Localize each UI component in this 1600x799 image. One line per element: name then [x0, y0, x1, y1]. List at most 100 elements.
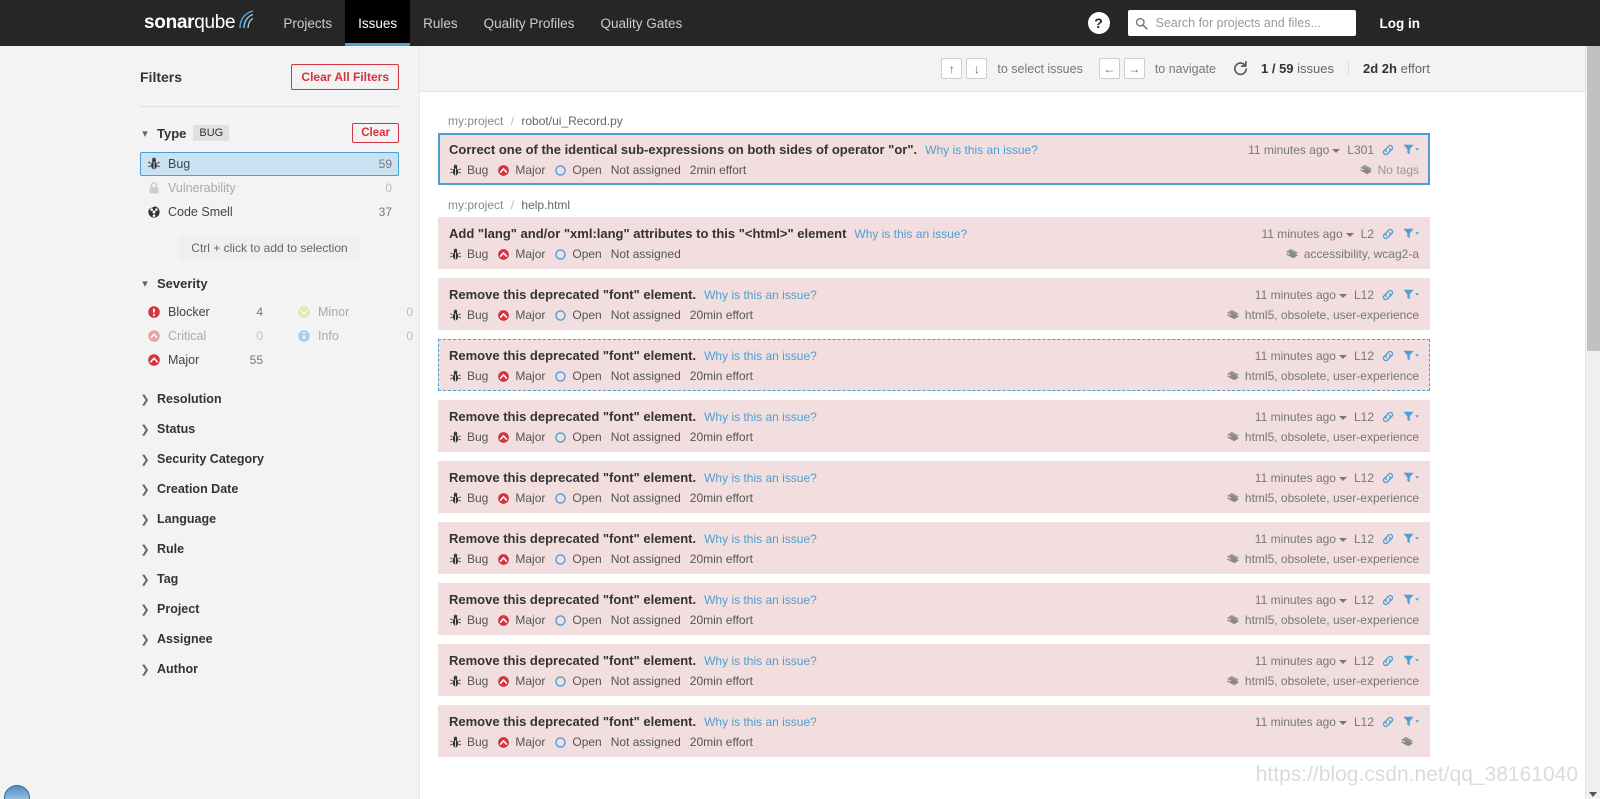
filter-similar-issues-icon[interactable]	[1402, 532, 1419, 546]
reload-icon[interactable]	[1232, 60, 1249, 77]
issue-age[interactable]: 11 minutes ago	[1255, 654, 1347, 668]
issue-tags[interactable]: html5, obsolete, user-experience	[1226, 430, 1419, 444]
permalink-icon[interactable]	[1381, 288, 1395, 302]
issue-assignee[interactable]: Not assigned	[611, 308, 681, 322]
issue-severity[interactable]: Major	[497, 735, 545, 749]
issue-assignee[interactable]: Not assigned	[611, 163, 681, 177]
sonarqube-logo[interactable]: sonarqube	[140, 0, 270, 46]
issue-line[interactable]: L12	[1354, 654, 1374, 668]
permalink-icon[interactable]	[1381, 654, 1395, 668]
issue-line[interactable]: L2	[1361, 227, 1374, 241]
scrollbar-thumb[interactable]	[1587, 46, 1600, 351]
global-search-box[interactable]	[1127, 10, 1356, 36]
component-file[interactable]: help.html	[521, 198, 570, 212]
facet-project[interactable]: ❯ Project	[140, 594, 399, 624]
permalink-icon[interactable]	[1381, 410, 1395, 424]
facet-tag[interactable]: ❯ Tag	[140, 564, 399, 594]
nav-link-projects[interactable]: Projects	[270, 0, 345, 46]
issue-line[interactable]: L12	[1354, 715, 1374, 729]
issue-severity[interactable]: Major	[497, 552, 545, 566]
why-is-this-an-issue-link[interactable]: Why is this an issue?	[704, 593, 817, 607]
issue-line[interactable]: L12	[1354, 410, 1374, 424]
issue-message[interactable]: Remove this deprecated "font" element.	[449, 531, 696, 546]
nav-link-quality-profiles[interactable]: Quality Profiles	[471, 0, 588, 46]
facet-status[interactable]: ❯ Status	[140, 414, 399, 444]
nav-link-quality-gates[interactable]: Quality Gates	[587, 0, 695, 46]
issue-message[interactable]: Remove this deprecated "font" element.	[449, 409, 696, 424]
issue-tags[interactable]: html5, obsolete, user-experience	[1226, 369, 1419, 383]
issue-age[interactable]: 11 minutes ago	[1255, 349, 1347, 363]
facet-type-header[interactable]: ▾ Type BUG Clear	[140, 123, 399, 143]
filter-similar-issues-icon[interactable]	[1402, 143, 1419, 157]
component-file[interactable]: robot/ui_Record.py	[521, 114, 622, 128]
issue-age[interactable]: 11 minutes ago	[1255, 532, 1347, 546]
issue-tags[interactable]: html5, obsolete, user-experience	[1226, 613, 1419, 627]
why-is-this-an-issue-link[interactable]: Why is this an issue?	[704, 349, 817, 363]
permalink-icon[interactable]	[1381, 715, 1395, 729]
filter-similar-issues-icon[interactable]	[1402, 593, 1419, 607]
issue-assignee[interactable]: Not assigned	[611, 674, 681, 688]
issue-message[interactable]: Remove this deprecated "font" element.	[449, 714, 696, 729]
issue-tags[interactable]: html5, obsolete, user-experience	[1226, 552, 1419, 566]
permalink-icon[interactable]	[1381, 227, 1395, 241]
permalink-icon[interactable]	[1381, 471, 1395, 485]
issue-message[interactable]: Correct one of the identical sub-express…	[449, 142, 917, 157]
issue-status[interactable]: Open	[554, 674, 602, 688]
facet-rule[interactable]: ❯ Rule	[140, 534, 399, 564]
issue-severity[interactable]: Major	[497, 247, 545, 261]
issue-severity[interactable]: Major	[497, 369, 545, 383]
issue-row[interactable]: Add "lang" and/or "xml:lang" attributes …	[438, 217, 1430, 269]
facet-creation-date[interactable]: ❯ Creation Date	[140, 474, 399, 504]
facet-item-minor[interactable]: Minor 0	[290, 300, 419, 324]
issue-row[interactable]: Remove this deprecated "font" element. Wh…	[438, 339, 1430, 391]
issue-status[interactable]: Open	[554, 308, 602, 322]
issue-row[interactable]: Remove this deprecated "font" element. Wh…	[438, 705, 1430, 757]
issue-severity[interactable]: Major	[497, 430, 545, 444]
key-down-icon[interactable]: ↓	[966, 58, 988, 79]
issue-row[interactable]: Remove this deprecated "font" element. Wh…	[438, 644, 1430, 696]
issue-status[interactable]: Open	[554, 491, 602, 505]
issue-age[interactable]: 11 minutes ago	[1261, 227, 1354, 241]
component-project[interactable]: my:project	[448, 198, 503, 212]
issue-age[interactable]: 11 minutes ago	[1248, 143, 1341, 157]
why-is-this-an-issue-link[interactable]: Why is this an issue?	[704, 715, 817, 729]
issue-assignee[interactable]: Not assigned	[611, 735, 681, 749]
issue-line[interactable]: L301	[1347, 143, 1374, 157]
issue-row[interactable]: Remove this deprecated "font" element. Wh…	[438, 583, 1430, 635]
issue-tags[interactable]: accessibility, wcag2-a	[1285, 247, 1419, 261]
nav-link-rules[interactable]: Rules	[410, 0, 471, 46]
facet-severity-header[interactable]: ▾ Severity	[140, 276, 399, 291]
issue-tags[interactable]: html5, obsolete, user-experience	[1226, 491, 1419, 505]
issue-status[interactable]: Open	[554, 613, 602, 627]
issue-tags[interactable]: html5, obsolete, user-experience	[1226, 674, 1419, 688]
why-is-this-an-issue-link[interactable]: Why is this an issue?	[704, 654, 817, 668]
issue-row[interactable]: Remove this deprecated "font" element. Wh…	[438, 400, 1430, 452]
issue-age[interactable]: 11 minutes ago	[1255, 593, 1347, 607]
why-is-this-an-issue-link[interactable]: Why is this an issue?	[854, 227, 967, 241]
issue-line[interactable]: L12	[1354, 471, 1374, 485]
facet-resolution[interactable]: ❯ Resolution	[140, 384, 399, 414]
issue-tags[interactable]: No tags	[1359, 163, 1419, 177]
facet-item-blocker[interactable]: Blocker 4	[140, 300, 290, 324]
facet-security-category[interactable]: ❯ Security Category	[140, 444, 399, 474]
issues-list[interactable]: my:project / robot/ui_Record.py Correct …	[420, 92, 1600, 799]
issue-severity[interactable]: Major	[497, 674, 545, 688]
why-is-this-an-issue-link[interactable]: Why is this an issue?	[704, 288, 817, 302]
nav-link-issues[interactable]: Issues	[345, 0, 411, 46]
facet-item-code-smell[interactable]: Code Smell 37	[140, 200, 399, 224]
why-is-this-an-issue-link[interactable]: Why is this an issue?	[704, 471, 817, 485]
issue-line[interactable]: L12	[1354, 349, 1374, 363]
filter-similar-issues-icon[interactable]	[1402, 410, 1419, 424]
facet-item-vulnerability[interactable]: Vulnerability 0	[140, 176, 399, 200]
issue-tags[interactable]: html5, obsolete, user-experience	[1226, 308, 1419, 322]
issue-row[interactable]: Remove this deprecated "font" element. Wh…	[438, 278, 1430, 330]
permalink-icon[interactable]	[1381, 349, 1395, 363]
issue-assignee[interactable]: Not assigned	[611, 247, 681, 261]
issue-message[interactable]: Add "lang" and/or "xml:lang" attributes …	[449, 226, 846, 241]
search-input[interactable]	[1153, 15, 1349, 31]
clear-all-filters-button[interactable]: Clear All Filters	[291, 64, 399, 90]
key-left-icon[interactable]: ←	[1098, 58, 1120, 79]
issue-message[interactable]: Remove this deprecated "font" element.	[449, 287, 696, 302]
facet-item-major[interactable]: Major 55	[140, 348, 290, 372]
permalink-icon[interactable]	[1381, 532, 1395, 546]
